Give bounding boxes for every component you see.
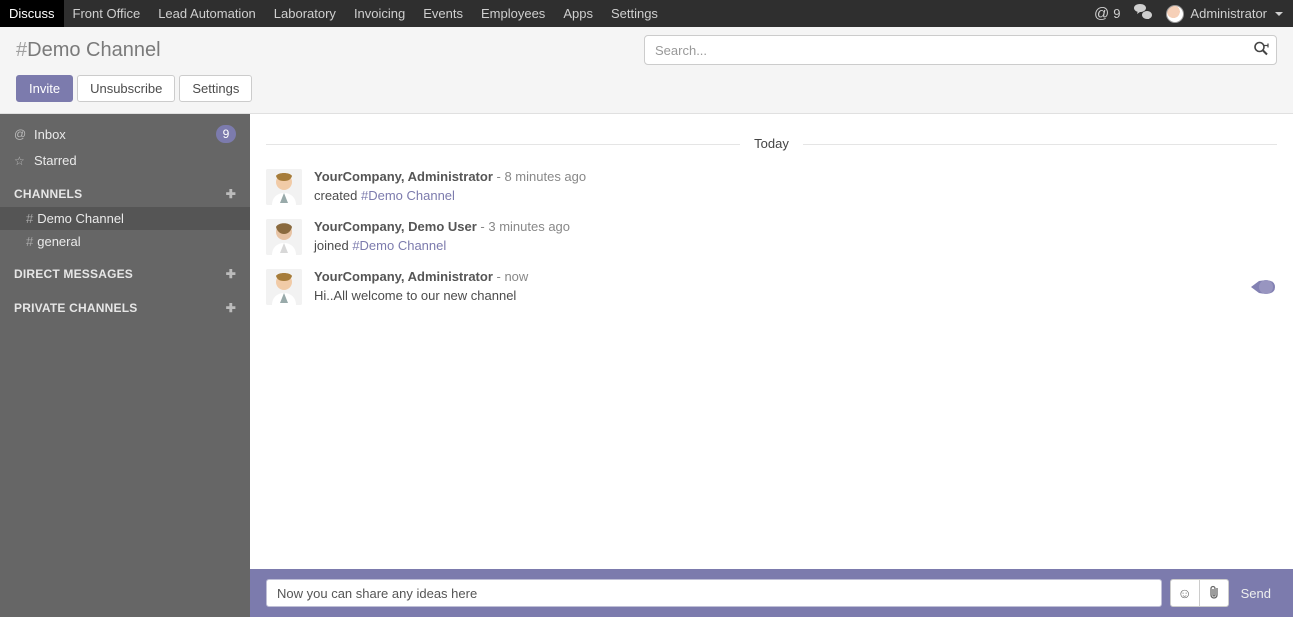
section-dm-label: DIRECT MESSAGES [14, 267, 133, 281]
message: YourCompany, Demo User - 3 minutes ago jo… [266, 219, 1277, 255]
nav-item-settings[interactable]: Settings [602, 0, 667, 27]
nav-item-lead-automation[interactable]: Lead Automation [149, 0, 265, 27]
add-channel-icon[interactable]: ✚ [226, 187, 236, 201]
message-time: - 3 minutes ago [480, 219, 570, 234]
date-separator: Today [266, 136, 1277, 151]
channel-item-general[interactable]: # general [0, 230, 250, 253]
nav-item-front-office[interactable]: Front Office [64, 0, 150, 27]
unsubscribe-button[interactable]: Unsubscribe [77, 75, 175, 102]
add-dm-icon[interactable]: ✚ [226, 267, 236, 281]
sidebar: @ Inbox 9 ☆ Starred CHANNELS ✚ # Demo Cha… [0, 114, 250, 617]
sidebar-starred[interactable]: ☆ Starred [0, 148, 250, 173]
sidebar-section-channels: CHANNELS ✚ [0, 173, 250, 207]
compose-input[interactable] [266, 579, 1162, 607]
message-avatar [266, 269, 302, 305]
message-hover-action-icon[interactable] [1247, 275, 1277, 299]
thread-title: #Demo Channel [16, 39, 161, 62]
starred-label: Starred [34, 153, 236, 168]
sidebar-section-private: PRIVATE CHANNELS ✚ [0, 287, 250, 321]
inbox-label: Inbox [34, 127, 216, 142]
message-text: Hi..All welcome to our new channel [314, 288, 1235, 303]
message: YourCompany, Administrator - 8 minutes a… [266, 169, 1277, 205]
attach-button[interactable] [1199, 579, 1229, 607]
message-text: created #Demo Channel [314, 188, 1277, 203]
message-avatar [266, 219, 302, 255]
message-body: YourCompany, Administrator - now Hi..All … [314, 269, 1235, 303]
nav-item-employees[interactable]: Employees [472, 0, 554, 27]
channel-settings-button[interactable]: Settings [179, 75, 252, 102]
user-menu[interactable]: Administrator [1166, 5, 1283, 23]
channel-name: general [37, 234, 80, 249]
message-body: YourCompany, Administrator - 8 minutes a… [314, 169, 1277, 203]
channel-name: Demo Channel [37, 211, 124, 226]
section-private-label: PRIVATE CHANNELS [14, 301, 137, 315]
message-body: YourCompany, Demo User - 3 minutes ago jo… [314, 219, 1277, 253]
channel-link[interactable]: #Demo Channel [361, 188, 455, 203]
paperclip-icon [1208, 585, 1220, 602]
smiley-icon: ☺ [1177, 585, 1191, 601]
message-time: - now [497, 269, 529, 284]
message-action-text: joined [314, 238, 352, 253]
user-avatar-icon [1166, 5, 1184, 23]
thread-name: Demo Channel [27, 39, 160, 61]
message: YourCompany, Administrator - now Hi..All … [266, 269, 1277, 305]
message-text: joined #Demo Channel [314, 238, 1277, 253]
hash-icon: # [26, 234, 33, 249]
channel-item-demo-channel[interactable]: # Demo Channel [0, 207, 250, 230]
search-input[interactable] [644, 35, 1277, 65]
date-label: Today [740, 136, 803, 151]
mentions-count: 9 [1113, 6, 1120, 21]
nav-item-invoicing[interactable]: Invoicing [345, 0, 414, 27]
inbox-badge: 9 [216, 125, 236, 143]
chat-bubbles-icon[interactable] [1134, 4, 1152, 23]
message-time: - 8 minutes ago [497, 169, 587, 184]
messages-pane: Today YourCompany, Administrator - 8 min… [250, 114, 1293, 569]
message-action-text: created [314, 188, 361, 203]
hash-prefix: # [16, 39, 27, 61]
thread: Today YourCompany, Administrator - 8 min… [250, 114, 1293, 617]
composer-icon-buttons: ☺ [1170, 579, 1229, 607]
sidebar-channels-list: # Demo Channel # general [0, 207, 250, 253]
control-panel: #Demo Channel Invite Unsubscribe Setting… [0, 27, 1293, 114]
emoji-button[interactable]: ☺ [1170, 579, 1200, 607]
hash-icon: # [26, 211, 33, 226]
at-icon: @ [14, 127, 30, 141]
at-icon: @ [1094, 5, 1109, 22]
add-private-icon[interactable]: ✚ [226, 301, 236, 315]
sidebar-section-dm: DIRECT MESSAGES ✚ [0, 253, 250, 287]
sidebar-inbox[interactable]: @ Inbox 9 [0, 120, 250, 148]
message-author: YourCompany, Administrator [314, 269, 493, 284]
nav-left: DiscussFront OfficeLead AutomationLabora… [0, 0, 667, 27]
caret-down-icon [1275, 12, 1283, 16]
mentions-indicator[interactable]: @ 9 [1094, 5, 1120, 22]
search-icon[interactable] [1253, 41, 1269, 60]
top-navbar: DiscussFront OfficeLead AutomationLabora… [0, 0, 1293, 27]
composer: ☺ Send [250, 569, 1293, 617]
nav-item-laboratory[interactable]: Laboratory [265, 0, 345, 27]
invite-button[interactable]: Invite [16, 75, 73, 102]
nav-right: @ 9 Administrator [1094, 0, 1293, 27]
message-author: YourCompany, Demo User [314, 219, 477, 234]
user-name: Administrator [1190, 6, 1267, 21]
message-header: YourCompany, Administrator - 8 minutes a… [314, 169, 1277, 184]
message-author: YourCompany, Administrator [314, 169, 493, 184]
nav-item-apps[interactable]: Apps [554, 0, 602, 27]
message-header: YourCompany, Administrator - now [314, 269, 1235, 284]
nav-item-events[interactable]: Events [414, 0, 472, 27]
send-button[interactable]: Send [1237, 586, 1277, 601]
section-channels-label: CHANNELS [14, 187, 82, 201]
nav-item-discuss[interactable]: Discuss [0, 0, 64, 27]
message-avatar [266, 169, 302, 205]
message-header: YourCompany, Demo User - 3 minutes ago [314, 219, 1277, 234]
star-icon: ☆ [14, 154, 30, 168]
channel-link[interactable]: #Demo Channel [352, 238, 446, 253]
